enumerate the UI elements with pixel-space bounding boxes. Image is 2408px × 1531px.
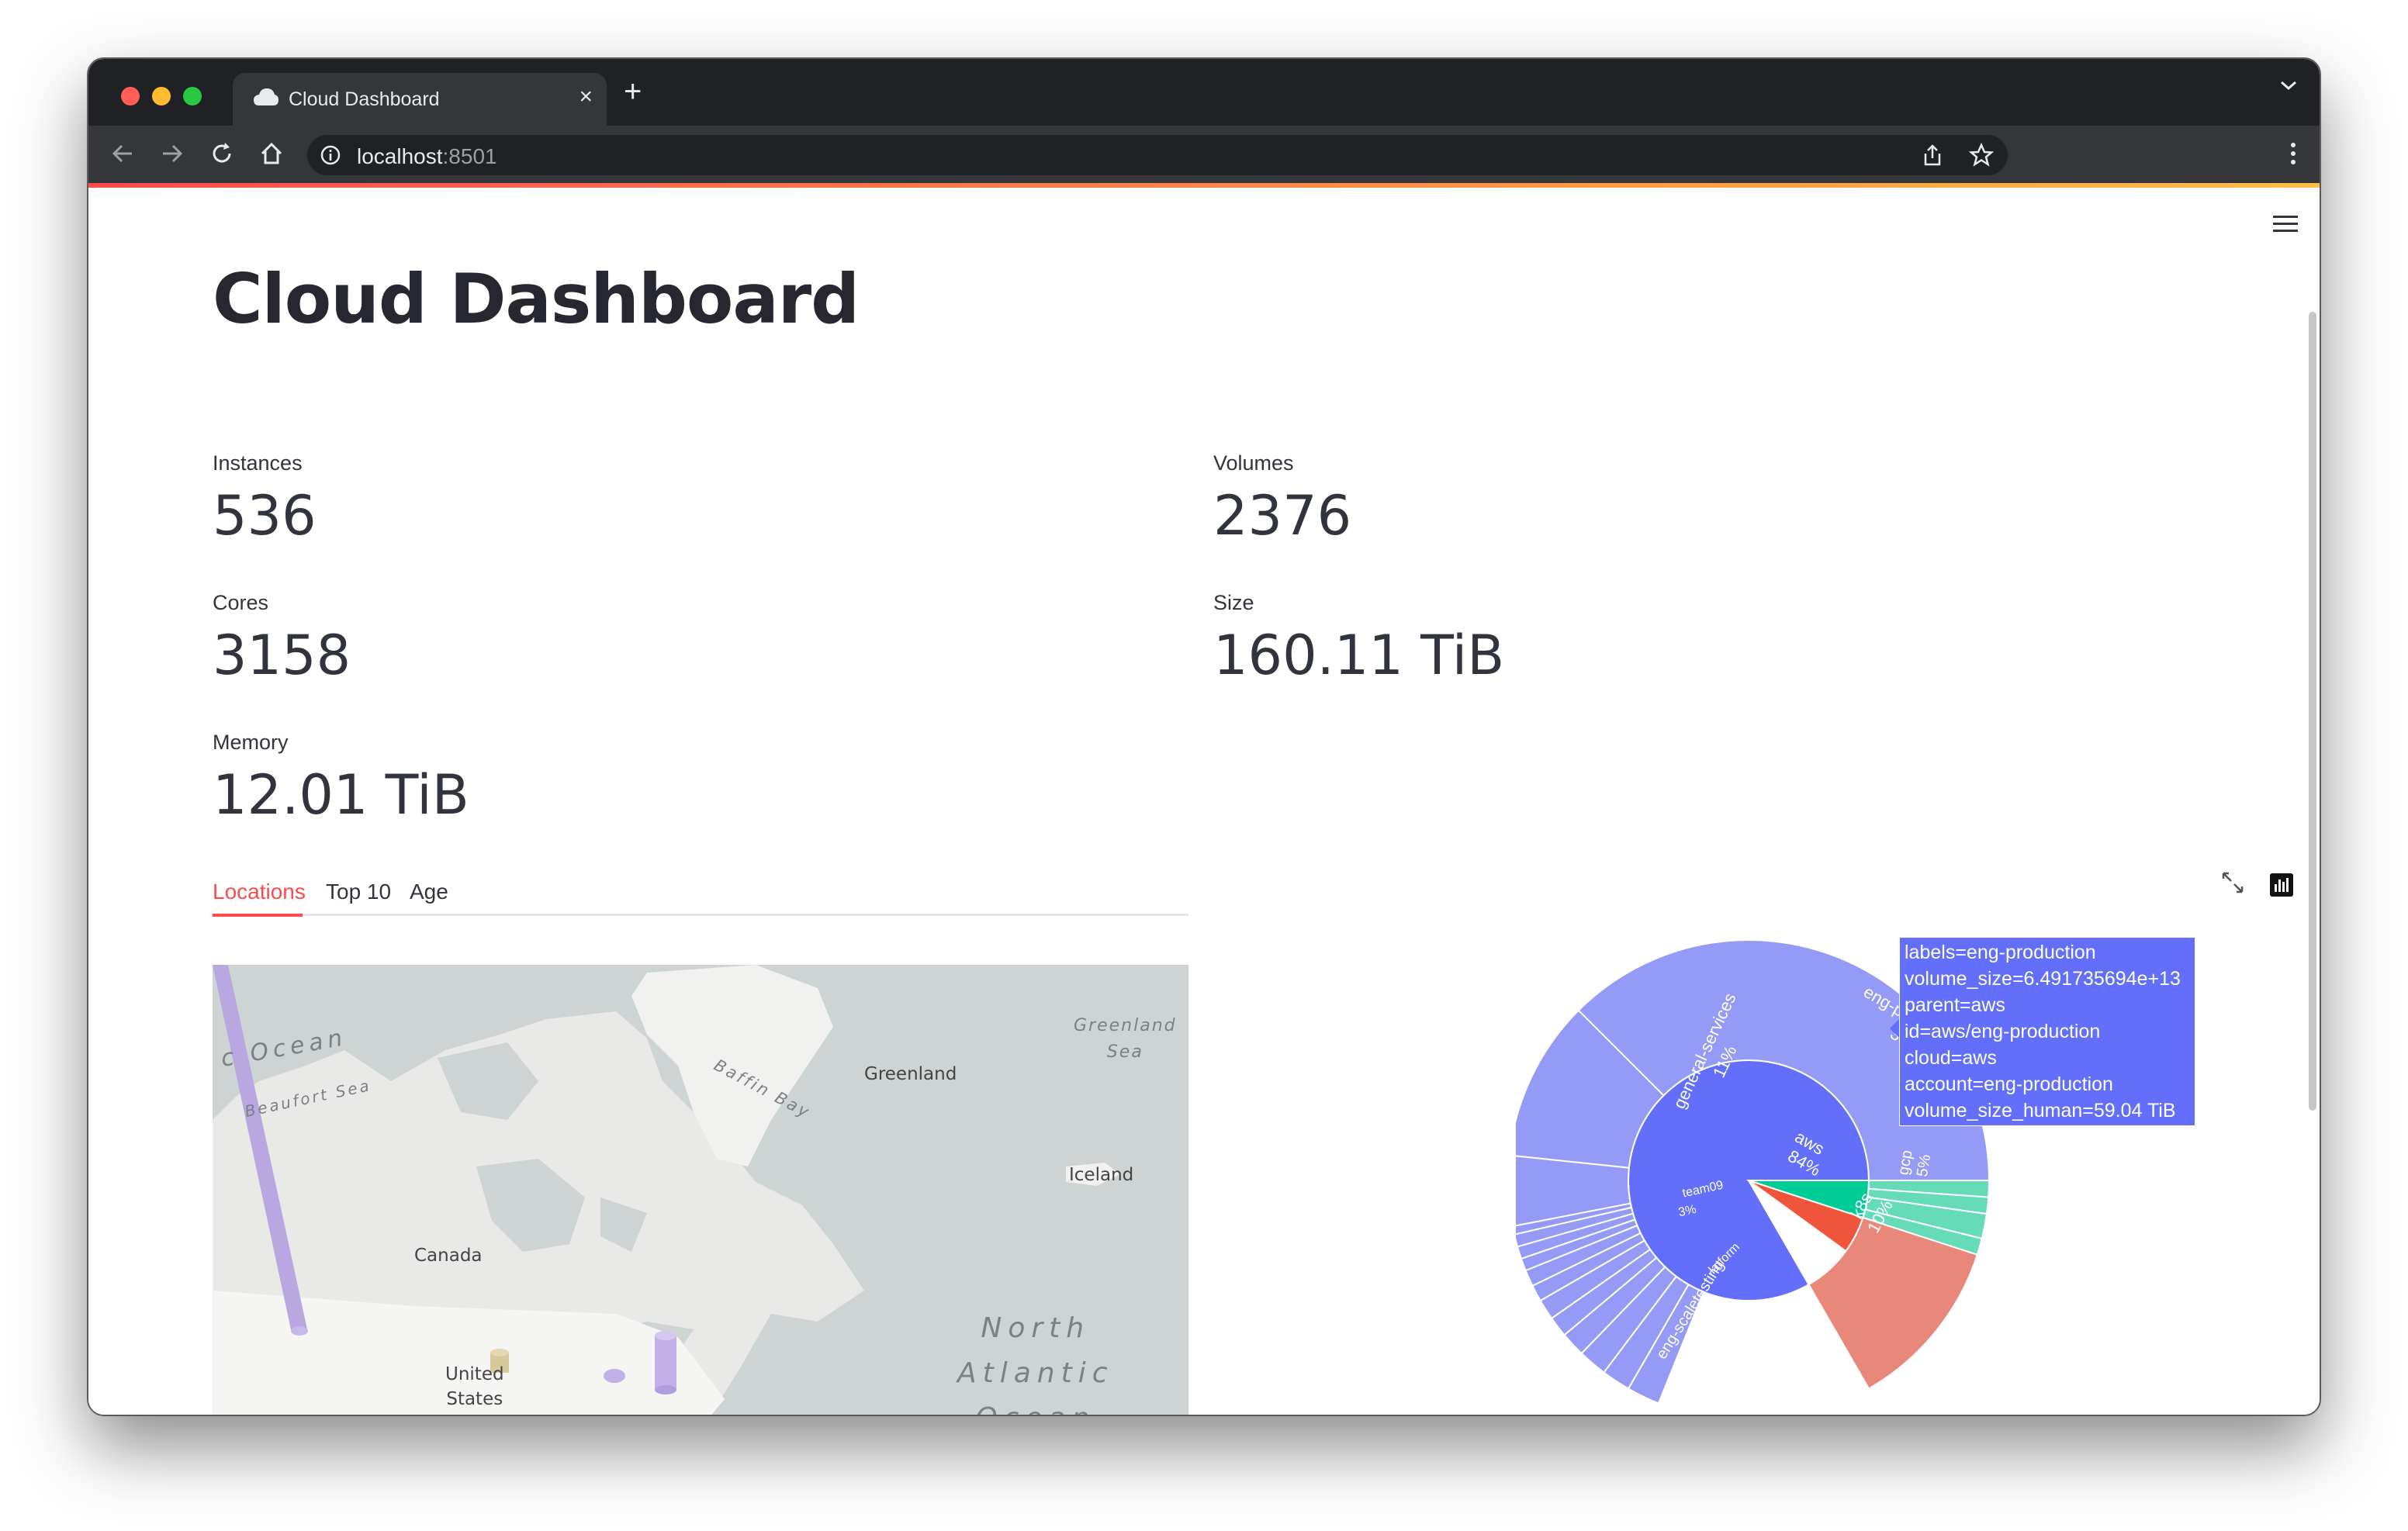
close-window-button[interactable]	[121, 87, 140, 105]
app-page: Cloud Dashboard Instances 536 Volumes 23…	[88, 188, 2320, 1415]
active-tab-indicator	[213, 914, 303, 917]
metric-volumes-label: Volumes	[1213, 451, 1294, 475]
forward-arrow-icon[interactable]	[158, 140, 186, 168]
scrollbar[interactable]	[2309, 312, 2316, 1111]
browser-titlebar: Cloud Dashboard × +	[88, 59, 2320, 126]
map-label-greenland: Greenland	[864, 1064, 957, 1084]
metric-memory-value: 12.01 TiB	[213, 763, 469, 827]
page-title: Cloud Dashboard	[213, 259, 860, 339]
browser-tab[interactable]: Cloud Dashboard ×	[233, 73, 607, 126]
tab-title: Cloud Dashboard	[289, 88, 440, 110]
data-column[interactable]	[213, 965, 307, 1333]
tab-top-10[interactable]: Top 10	[326, 880, 391, 904]
bookmark-star-icon[interactable]	[1969, 143, 1994, 168]
info-icon[interactable]	[320, 144, 341, 166]
hamburger-menu-icon[interactable]	[2273, 214, 2298, 233]
cloud-icon	[254, 88, 279, 105]
map-label-iceland: Iceland	[1069, 1165, 1134, 1185]
outer-label-scala: scala	[1790, 1347, 1808, 1378]
hover-line: labels=eng-production	[1905, 942, 2096, 963]
hover-tooltip: labels=eng-production volume_size=6.4917…	[1899, 937, 2195, 1126]
hover-line: parent=aws	[1905, 994, 2005, 1016]
metric-cores-label: Cores	[213, 591, 269, 614]
url-host: localhost	[357, 144, 443, 168]
new-tab-button[interactable]: +	[624, 76, 642, 107]
reload-icon[interactable]	[208, 140, 236, 168]
tab-age[interactable]: Age	[410, 880, 448, 904]
tab-bar: Locations Top 10 Age	[213, 880, 1188, 917]
data-column[interactable]	[655, 1336, 676, 1390]
locations-map[interactable]: Greenland Greenland Sea Canada United St…	[213, 965, 1188, 1415]
address-bar[interactable]: localhost:8501	[307, 135, 2008, 175]
hover-line: cloud=aws	[1905, 1047, 1997, 1069]
minimize-window-button[interactable]	[152, 87, 171, 105]
metric-size-value: 160.11 TiB	[1213, 624, 1505, 687]
fullscreen-expand-icon[interactable]	[2220, 870, 2245, 895]
tab-locations[interactable]: Locations	[213, 880, 306, 904]
hover-line: id=aws/eng-production	[1905, 1021, 2101, 1042]
metric-instances-value: 536	[213, 484, 317, 548]
tab-close-icon[interactable]: ×	[579, 85, 593, 109]
browser-toolbar: localhost:8501	[88, 126, 2320, 183]
metric-volumes-value: 2376	[1213, 484, 1352, 548]
plotly-logo-icon[interactable]	[2270, 873, 2293, 897]
metric-instances-label: Instances	[213, 451, 303, 475]
share-icon[interactable]	[1921, 143, 1944, 168]
data-column[interactable]	[604, 1369, 625, 1383]
metric-cores-value: 3158	[213, 624, 351, 687]
url-text[interactable]: localhost:8501	[357, 144, 497, 169]
browser-window: Cloud Dashboard × + localhost:8501 Cloud…	[87, 57, 2321, 1416]
maximize-window-button[interactable]	[183, 87, 202, 105]
home-icon[interactable]	[258, 140, 285, 168]
hover-line: volume_size_human=59.04 TiB	[1905, 1100, 2176, 1121]
map-label-canada: Canada	[414, 1246, 483, 1266]
chevron-down-icon[interactable]	[2279, 79, 2298, 92]
map-label-greenland-sea: Greenland Sea	[1074, 1016, 1177, 1062]
hover-tooltip-arrow	[1890, 1019, 1899, 1038]
metric-memory-label: Memory	[213, 731, 289, 754]
back-arrow-icon[interactable]	[109, 140, 137, 168]
map-label-north-atlantic: North Atlantic Ocean	[957, 1312, 1114, 1415]
url-port: :8501	[442, 144, 497, 168]
metric-size-label: Size	[1213, 591, 1254, 614]
hover-line: account=eng-production	[1905, 1073, 2113, 1095]
map-label-united-states: United States	[445, 1364, 504, 1409]
browser-menu-icon[interactable]	[2290, 141, 2296, 166]
hover-line: volume_size=6.491735694e+13	[1905, 968, 2181, 990]
